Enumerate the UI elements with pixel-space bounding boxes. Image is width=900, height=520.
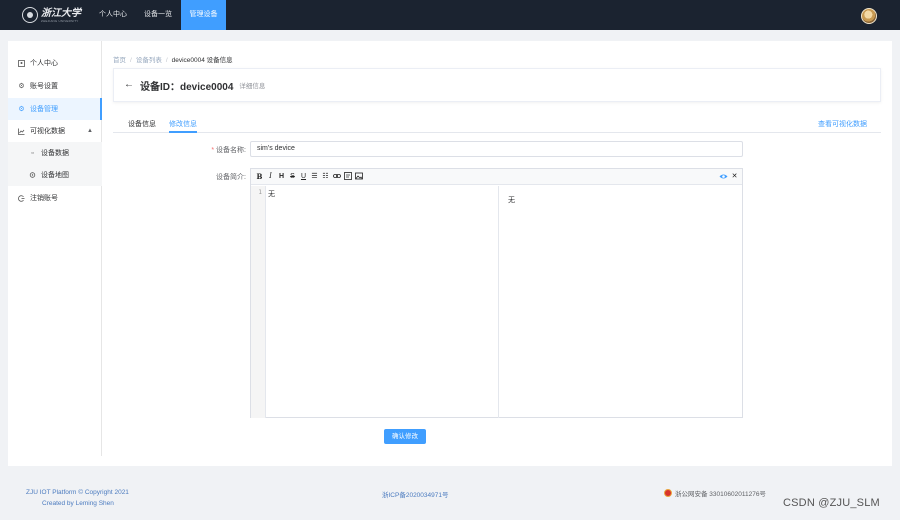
nav-personal-center[interactable]: 个人中心 [94, 0, 132, 30]
italic-button[interactable]: I [266, 172, 275, 181]
sidebar-item-label: 账号设置 [30, 83, 58, 90]
heading-button[interactable]: H [277, 172, 286, 181]
editor-text-area[interactable]: 无 [268, 189, 275, 199]
bold-button[interactable]: B [255, 172, 264, 181]
tab-edit-info[interactable]: 修改信息 [169, 119, 197, 133]
logo-subtext: ZHEJIANG UNIVERSITY [41, 18, 79, 23]
device-desc-label: 设备简介: [216, 174, 246, 181]
logo-text: 浙江大学 [41, 7, 81, 19]
device-name-label-text: 设备名称: [216, 147, 246, 154]
preview-toggle-icon[interactable] [719, 172, 728, 181]
footer-icp-link[interactable]: 浙ICP备2020034971号 [382, 489, 449, 499]
university-logo[interactable]: 浙江大学 ZHEJIANG UNIVERSITY [22, 5, 82, 25]
nav-device-overview[interactable]: 设备一览 [139, 0, 177, 30]
tab-device-info[interactable]: 设备信息 [128, 119, 156, 133]
chevron-up-icon: ▲ [87, 128, 93, 134]
location-icon [29, 171, 36, 179]
seal-icon [22, 7, 38, 23]
markdown-editor: B I H S U ☰ ☷ ✕ 1 无 无 [250, 168, 743, 418]
line-number-gutter: 1 [251, 186, 266, 418]
user-square-icon [18, 59, 25, 67]
sidebar-item-label: 设备数据 [41, 150, 69, 157]
footer-author: Created by Leming Shen [42, 500, 114, 507]
sidebar-item-label: 注销账号 [30, 195, 58, 202]
sidebar-item-device-map[interactable]: 设备地图 [8, 164, 102, 186]
back-arrow-icon[interactable]: ← [124, 80, 134, 90]
sidebar-item-device-data[interactable]: ▫ 设备数据 [8, 142, 102, 164]
page-header: ← 设备ID：device0004 详细信息 [113, 68, 881, 102]
avatar[interactable] [861, 8, 877, 24]
view-visual-data-link[interactable]: 查看可视化数据 [818, 119, 867, 129]
breadcrumb: 首页 / 设备列表 / device0004 设备信息 [113, 57, 233, 64]
confirm-edit-button[interactable]: 确认修改 [384, 429, 426, 444]
device-name-label: * 设备名称: [200, 145, 246, 155]
image-icon[interactable] [354, 172, 363, 181]
data-icon: ▫ [31, 149, 34, 157]
strikethrough-button[interactable]: S [288, 172, 297, 181]
nav-manage-devices[interactable]: 管理设备 [181, 0, 226, 30]
breadcrumb-home[interactable]: 首页 [113, 57, 126, 64]
sidebar-item-visual-data[interactable]: 可视化数据 ▲ [8, 120, 102, 142]
top-navbar: 浙江大学 ZHEJIANG UNIVERSITY 个人中心 设备一览 管理设备 [0, 0, 900, 30]
tab-bar: 设备信息 修改信息 查看可视化数据 [113, 117, 881, 133]
fullscreen-icon[interactable]: ✕ [730, 172, 739, 181]
editor-divider [498, 186, 499, 418]
sidebar: 个人中心 ⚙ 账号设置 ⚙ 设备管理 可视化数据 ▲ ▫ 设备数据 设备地图 注… [8, 41, 102, 456]
footer-police-record[interactable]: 浙公网安备 33010602011276号 [664, 488, 766, 498]
sidebar-item-label: 设备管理 [30, 106, 58, 113]
breadcrumb-current: device0004 设备信息 [171, 57, 233, 64]
device-name-input[interactable]: sim's device [250, 141, 743, 157]
footer-copyright: ZJU IOT Platform © Copyright 2021 [26, 489, 129, 496]
line-number: 1 [258, 189, 262, 196]
chart-icon [18, 128, 25, 135]
gear-icon: ⚙ [18, 83, 25, 90]
ordered-list-icon[interactable]: ☷ [321, 172, 330, 181]
police-badge-icon [664, 489, 672, 497]
sidebar-item-personal-center[interactable]: 个人中心 [8, 52, 102, 74]
code-block-icon[interactable] [343, 172, 352, 181]
sidebar-item-device-management[interactable]: ⚙ 设备管理 [8, 98, 102, 120]
required-marker: * [211, 147, 215, 154]
page-subtitle: 详细信息 [239, 83, 266, 90]
sidebar-item-label: 可视化数据 [30, 128, 65, 135]
page-title: 设备ID：device0004 [140, 81, 234, 93]
underline-button[interactable]: U [299, 172, 308, 181]
sidebar-item-label: 个人中心 [30, 60, 58, 67]
unordered-list-icon[interactable]: ☰ [310, 172, 319, 181]
editor-preview: 无 [508, 197, 515, 204]
sidebar-item-logout[interactable]: 注销账号 [8, 187, 102, 209]
gear-icon: ⚙ [18, 106, 25, 113]
watermark: CSDN @ZJU_SLM [783, 497, 880, 509]
footer-police-text: 浙公网安备 33010602011276号 [675, 491, 766, 498]
editor-toolbar: B I H S U ☰ ☷ ✕ [251, 169, 742, 185]
logout-icon [18, 194, 25, 202]
sidebar-item-account-settings[interactable]: ⚙ 账号设置 [8, 75, 102, 97]
breadcrumb-device-list[interactable]: 设备列表 [136, 57, 162, 64]
link-icon[interactable] [332, 172, 341, 181]
sidebar-item-label: 设备地图 [41, 172, 69, 179]
